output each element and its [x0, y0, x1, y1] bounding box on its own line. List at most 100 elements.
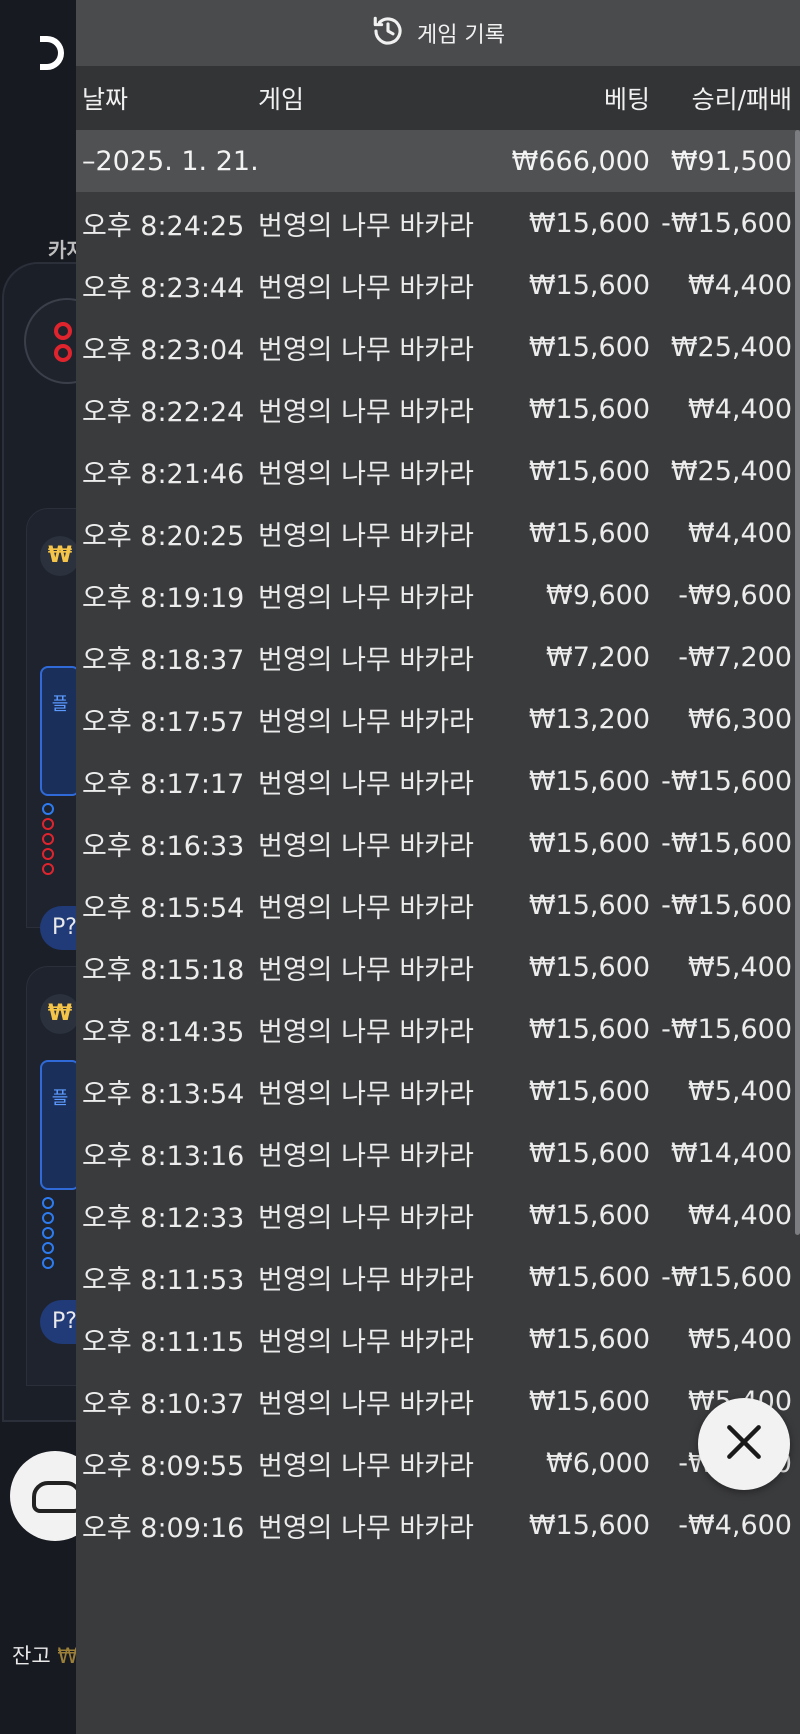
- row-bet: ₩15,600: [528, 1137, 650, 1169]
- history-row[interactable]: 오후 8:11:15 번영의 나무 바카라 ₩15,600 ₩5,400: [76, 1308, 800, 1370]
- row-bet: ₩15,600: [528, 889, 650, 921]
- row-game: 번영의 나무 바카라: [258, 1264, 474, 1296]
- row-bet: ₩15,600: [528, 1261, 650, 1293]
- row-win-loss: ₩4,400: [688, 1199, 792, 1231]
- scrollbar[interactable]: [795, 130, 800, 1235]
- summary-win-loss: ₩91,500: [670, 145, 792, 177]
- row-time: 오후 8:12:33: [82, 1202, 245, 1234]
- row-bet: ₩6,000: [546, 1447, 650, 1479]
- row-bet: ₩15,600: [528, 1323, 650, 1355]
- play-button[interactable]: 플: [40, 1060, 80, 1190]
- row-win-loss: ₩25,400: [670, 331, 792, 363]
- history-row[interactable]: 오후 8:20:25 번영의 나무 바카라 ₩15,600 ₩4,400: [76, 502, 800, 564]
- road-map: [42, 1194, 72, 1272]
- row-bet: ₩15,600: [528, 331, 650, 363]
- row-win-loss: ₩6,300: [688, 703, 792, 735]
- app-logo: [40, 36, 80, 72]
- row-win-loss: ₩5,400: [688, 1323, 792, 1355]
- row-time: 오후 8:21:46: [82, 458, 245, 490]
- history-row[interactable]: 오후 8:24:25 번영의 나무 바카라 ₩15,600 -₩15,600: [76, 192, 800, 254]
- row-game: 번영의 나무 바카라: [258, 334, 474, 366]
- row-time: 오후 8:18:37: [82, 644, 245, 676]
- summary-bet: ₩666,000: [511, 145, 650, 177]
- row-game: 번영의 나무 바카라: [258, 1202, 474, 1234]
- history-row[interactable]: 오후 8:22:24 번영의 나무 바카라 ₩15,600 ₩4,400: [76, 378, 800, 440]
- close-icon: [722, 1420, 766, 1468]
- history-row[interactable]: 오후 8:09:16 번영의 나무 바카라 ₩15,600 -₩4,600: [76, 1494, 800, 1556]
- row-time: 오후 8:24:25: [82, 210, 245, 242]
- row-bet: ₩15,600: [528, 951, 650, 983]
- row-win-loss: ₩5,400: [688, 951, 792, 983]
- row-game: 번영의 나무 바카라: [258, 1016, 474, 1048]
- history-row[interactable]: 오후 8:13:54 번영의 나무 바카라 ₩15,600 ₩5,400: [76, 1060, 800, 1122]
- history-row[interactable]: 오후 8:23:04 번영의 나무 바카라 ₩15,600 ₩25,400: [76, 316, 800, 378]
- row-bet: ₩15,600: [528, 1199, 650, 1231]
- row-time: 오후 8:09:16: [82, 1512, 245, 1544]
- history-list: 오후 8:24:25 번영의 나무 바카라 ₩15,600 -₩15,600 오후 8:…: [76, 192, 800, 1556]
- history-row[interactable]: 오후 8:15:18 번영의 나무 바카라 ₩15,600 ₩5,400: [76, 936, 800, 998]
- history-row[interactable]: 오후 8:15:54 번영의 나무 바카라 ₩15,600 -₩15,600: [76, 874, 800, 936]
- row-time: 오후 8:10:37: [82, 1388, 245, 1420]
- cup-icon: [32, 1481, 82, 1513]
- panel-title: 게임 기록: [417, 23, 505, 48]
- row-bet: ₩7,200: [546, 641, 650, 673]
- history-row[interactable]: 오후 8:11:53 번영의 나무 바카라 ₩15,600 -₩15,600: [76, 1246, 800, 1308]
- date-summary-row[interactable]: –2025. 1. 21. ₩666,000 ₩91,500: [76, 130, 800, 192]
- row-game: 번영의 나무 바카라: [258, 644, 474, 676]
- row-bet: ₩15,600: [528, 1385, 650, 1417]
- close-button[interactable]: [698, 1398, 790, 1490]
- row-time: 오후 8:13:16: [82, 1140, 245, 1172]
- history-row[interactable]: 오후 8:12:33 번영의 나무 바카라 ₩15,600 ₩4,400: [76, 1184, 800, 1246]
- row-time: 오후 8:17:17: [82, 768, 245, 800]
- row-game: 번영의 나무 바카라: [258, 582, 474, 614]
- row-win-loss: ₩5,400: [688, 1075, 792, 1107]
- row-game: 번영의 나무 바카라: [258, 768, 474, 800]
- row-game: 번영의 나무 바카라: [258, 954, 474, 986]
- history-row[interactable]: 오후 8:19:19 번영의 나무 바카라 ₩9,600 -₩9,600: [76, 564, 800, 626]
- row-time: 오후 8:22:24: [82, 396, 245, 428]
- row-time: 오후 8:19:19: [82, 582, 245, 614]
- row-bet: ₩15,600: [528, 1075, 650, 1107]
- row-win-loss: -₩15,600: [661, 889, 792, 921]
- row-game: 번영의 나무 바카라: [258, 1388, 474, 1420]
- row-win-loss: -₩7,200: [678, 641, 792, 673]
- row-game: 번영의 나무 바카라: [258, 830, 474, 862]
- row-game: 번영의 나무 바카라: [258, 892, 474, 924]
- history-row[interactable]: 오후 8:17:17 번영의 나무 바카라 ₩15,600 -₩15,600: [76, 750, 800, 812]
- history-row[interactable]: 오후 8:10:37번영의 나무 바카라₩15,600₩5,400: [76, 1370, 800, 1432]
- history-row[interactable]: 오후 8:14:35 번영의 나무 바카라 ₩15,600 -₩15,600: [76, 998, 800, 1060]
- chip-icon: ₩: [40, 536, 80, 576]
- history-row[interactable]: 오후 8:21:46 번영의 나무 바카라 ₩15,600 ₩25,400: [76, 440, 800, 502]
- row-game: 번영의 나무 바카라: [258, 1326, 474, 1358]
- chip-icon: ₩: [40, 994, 80, 1034]
- column-game: 게임: [258, 85, 305, 114]
- row-game: 번영의 나무 바카라: [258, 396, 474, 428]
- row-time: 오후 8:13:54: [82, 1078, 245, 1110]
- row-game: 번영의 나무 바카라: [258, 1140, 474, 1172]
- play-button[interactable]: 플: [40, 666, 80, 796]
- row-game: 번영의 나무 바카라: [258, 1450, 474, 1482]
- road-map: [42, 800, 72, 878]
- row-time: 오후 8:15:18: [82, 954, 245, 986]
- history-row[interactable]: 오후 8:09:55번영의 나무 바카라₩6,000-₩1,000: [76, 1432, 800, 1494]
- history-row[interactable]: 오후 8:18:37 번영의 나무 바카라 ₩7,200 -₩7,200: [76, 626, 800, 688]
- row-win-loss: -₩15,600: [661, 827, 792, 859]
- history-icon: [371, 14, 405, 52]
- row-win-loss: -₩15,600: [661, 1261, 792, 1293]
- row-bet: ₩15,600: [528, 269, 650, 301]
- row-bet: ₩15,600: [528, 1013, 650, 1045]
- row-bet: ₩13,200: [528, 703, 650, 735]
- row-win-loss: -₩15,600: [661, 1013, 792, 1045]
- history-row[interactable]: 오후 8:16:33 번영의 나무 바카라 ₩15,600 -₩15,600: [76, 812, 800, 874]
- row-time: 오후 8:11:15: [82, 1326, 245, 1358]
- history-row[interactable]: 오후 8:13:16 번영의 나무 바카라 ₩15,600 ₩14,400: [76, 1122, 800, 1184]
- row-game: 번영의 나무 바카라: [258, 210, 474, 242]
- row-win-loss: ₩4,400: [688, 393, 792, 425]
- row-game: 번영의 나무 바카라: [258, 458, 474, 490]
- row-win-loss: ₩14,400: [670, 1137, 792, 1169]
- history-row[interactable]: 오후 8:23:44 번영의 나무 바카라 ₩15,600 ₩4,400: [76, 254, 800, 316]
- history-row[interactable]: 오후 8:17:57 번영의 나무 바카라 ₩13,200 ₩6,300: [76, 688, 800, 750]
- row-bet: ₩15,600: [528, 827, 650, 859]
- row-time: 오후 8:23:04: [82, 334, 245, 366]
- row-bet: ₩9,600: [546, 579, 650, 611]
